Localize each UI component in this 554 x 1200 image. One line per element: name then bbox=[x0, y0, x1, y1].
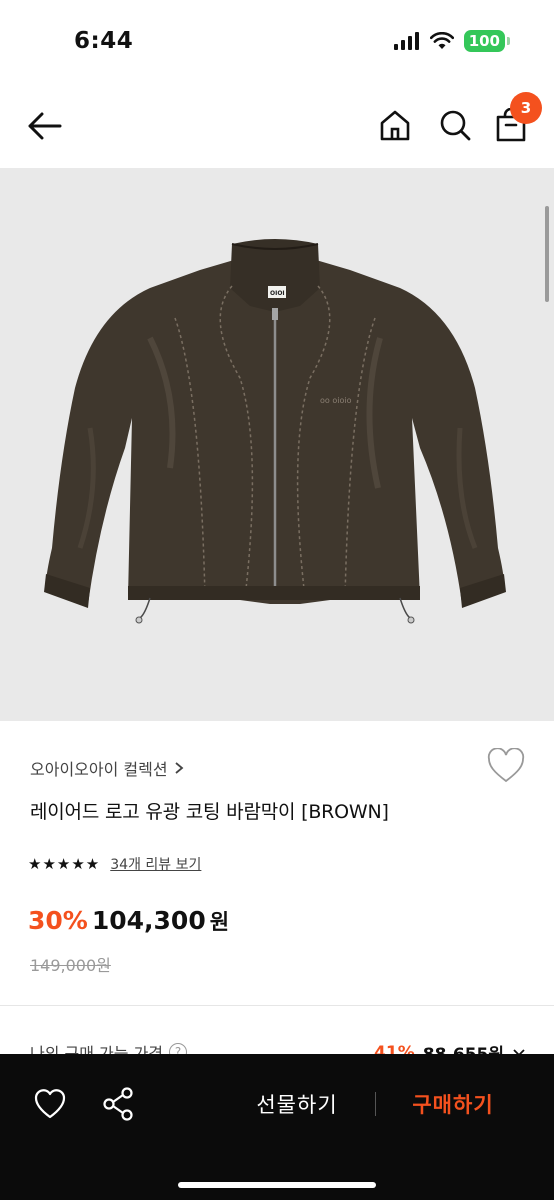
cellular-signal-icon bbox=[393, 32, 419, 50]
wifi-icon bbox=[429, 32, 454, 49]
my-price-label: 나의 구매 가능 가격 bbox=[30, 1044, 164, 1054]
my-price-label-group: 나의 구매 가능 가격 ? bbox=[30, 1040, 188, 1054]
review-link[interactable]: 34개 리뷰 보기 bbox=[110, 854, 201, 874]
help-icon[interactable]: ? bbox=[169, 1043, 188, 1054]
status-time: 6:44 bbox=[74, 28, 134, 54]
brand-name: 오아이오아이 컬렉션 bbox=[30, 760, 168, 779]
rating-row: ★★★★★ 34개 리뷰 보기 bbox=[28, 854, 201, 874]
rating-stars: ★★★★★ bbox=[28, 855, 101, 873]
product-image[interactable]: oo oioio OIOI bbox=[0, 168, 554, 721]
scroll-indicator bbox=[545, 206, 549, 302]
divider bbox=[0, 1005, 554, 1006]
gift-button[interactable]: 선물하기 bbox=[236, 1084, 358, 1124]
neck-label-text: OIOI bbox=[270, 290, 285, 297]
home-indicator bbox=[178, 1182, 376, 1188]
bar-divider bbox=[375, 1092, 376, 1116]
chevron-right-icon bbox=[175, 762, 183, 774]
home-icon[interactable] bbox=[378, 108, 412, 142]
search-icon[interactable] bbox=[438, 108, 472, 142]
price-unit: 원 bbox=[209, 910, 230, 934]
like-heart-icon[interactable] bbox=[30, 1084, 70, 1124]
heart-icon[interactable] bbox=[486, 748, 526, 784]
my-price-value-group: 41% 88,655원 bbox=[374, 1040, 526, 1054]
status-icons: 100 bbox=[393, 30, 510, 52]
battery-icon: 100 bbox=[463, 30, 505, 52]
navigation-bar bbox=[0, 84, 554, 168]
my-price-discount: 41% bbox=[374, 1042, 415, 1055]
bottom-action-bar: 선물하기 구매하기 bbox=[0, 1054, 554, 1200]
svg-text:oo oioio: oo oioio bbox=[320, 396, 352, 405]
price-row: 30% 104,300 원 bbox=[28, 906, 229, 936]
product-title: 레이어드 로고 유광 코팅 바람막이 [BROWN] bbox=[30, 801, 389, 823]
share-icon[interactable] bbox=[98, 1084, 138, 1124]
original-price: 149,000원 bbox=[30, 956, 111, 975]
sale-price: 104,300 bbox=[91, 906, 206, 935]
back-arrow-icon[interactable] bbox=[24, 110, 64, 142]
my-price-value: 88,655원 bbox=[423, 1040, 504, 1054]
jacket-image: oo oioio OIOI bbox=[44, 239, 506, 624]
status-bar: 6:44 100 bbox=[0, 0, 554, 84]
battery-nub bbox=[507, 37, 510, 45]
cart-count-badge: 3 bbox=[510, 92, 542, 124]
brand-link[interactable]: 오아이오아이 컬렉션 bbox=[30, 756, 184, 780]
my-price-row[interactable]: 나의 구매 가능 가격 ? 41% 88,655원 bbox=[0, 1030, 554, 1054]
buy-button[interactable]: 구매하기 bbox=[392, 1084, 514, 1124]
discount-rate: 30% bbox=[28, 906, 88, 935]
